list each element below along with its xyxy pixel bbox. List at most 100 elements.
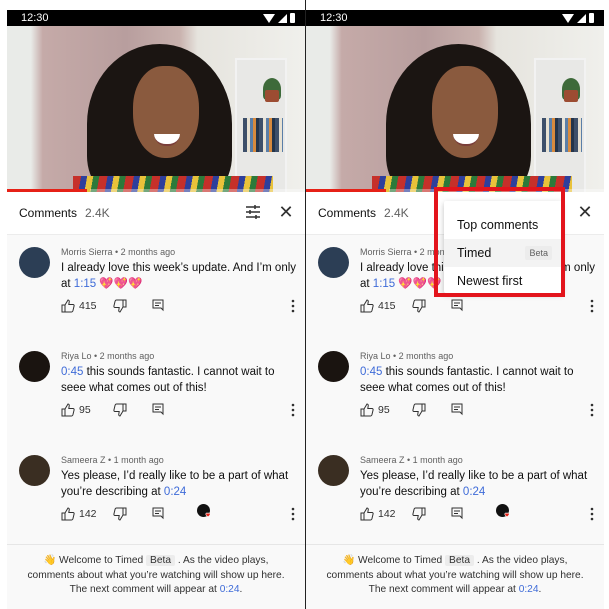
more-options-icon[interactable]: [590, 299, 594, 313]
reply-icon[interactable]: [151, 299, 165, 313]
sort-option-top-comments[interactable]: Top comments: [444, 211, 562, 239]
close-icon[interactable]: ✕: [277, 203, 295, 221]
comment-meta: Sameera Z • 1 month ago: [61, 455, 164, 465]
avatar[interactable]: [19, 455, 50, 486]
comment-meta: Morris Sierra • 2 months ago: [61, 247, 176, 257]
like-count: 142: [79, 508, 97, 520]
signal-icon: [577, 13, 586, 23]
close-icon[interactable]: ✕: [576, 203, 594, 221]
comment-text: Yes please, I’d really like to be a part…: [360, 470, 588, 498]
comment-meta: Sameera Z • 1 month ago: [360, 455, 463, 465]
like-count: 95: [378, 404, 390, 416]
comment-actions: 142: [61, 507, 165, 521]
creator-heart-icon: [496, 504, 510, 518]
more-options-icon[interactable]: [291, 403, 295, 417]
thumbs-up-icon[interactable]: [61, 507, 75, 521]
timestamp-link[interactable]: 0:45: [360, 366, 382, 378]
like-count: 415: [79, 300, 97, 312]
reply-icon[interactable]: [450, 507, 464, 521]
thumbs-down-icon[interactable]: [113, 403, 127, 417]
status-time: 12:30: [320, 12, 348, 24]
thumbs-up-icon[interactable]: [61, 403, 75, 417]
thumbs-down-icon[interactable]: [412, 403, 426, 417]
sort-option-timed[interactable]: Timed Beta: [444, 239, 562, 267]
banner-line-3: The next comment will appear at 0:24.: [368, 584, 542, 595]
timestamp-link[interactable]: 0:24: [164, 486, 186, 498]
banner-line-2: comments about what you’re watching will…: [326, 569, 584, 581]
comment-item: Sameera Z • 1 month ago Yes please, I’d …: [306, 443, 604, 548]
next-comment-timestamp-link[interactable]: 0:24: [519, 584, 539, 595]
comments-count: 2.4K: [384, 206, 409, 220]
more-options-icon[interactable]: [590, 507, 594, 521]
thumbs-up-icon[interactable]: [360, 299, 374, 313]
wifi-icon: [263, 13, 275, 23]
thumbs-down-icon[interactable]: [113, 299, 127, 313]
comment-actions: 95: [61, 403, 165, 417]
banner-line-1: 👋 Welcome to Timed Beta . As the video p…: [43, 555, 269, 566]
thumbs-down-icon[interactable]: [113, 507, 127, 521]
more-options-icon[interactable]: [291, 299, 295, 313]
wifi-icon: [562, 13, 574, 23]
timed-welcome-banner: 👋 Welcome to Timed Beta . As the video p…: [306, 544, 604, 609]
more-options-icon[interactable]: [590, 403, 594, 417]
status-icons: [562, 13, 594, 23]
reply-icon[interactable]: [450, 299, 464, 313]
creator-heart-icon: [197, 504, 211, 518]
avatar[interactable]: [318, 455, 349, 486]
comment-actions: 415: [360, 299, 464, 313]
video-scene-pot: [265, 90, 279, 102]
signal-icon: [278, 13, 287, 23]
comments-header: Comments 2.4K ✕: [7, 192, 305, 235]
status-bar: 12:30: [306, 10, 604, 26]
comment-meta: Riya Lo • 2 months ago: [360, 351, 454, 361]
comments-title: Comments: [19, 206, 78, 220]
phone-screen-sort-menu-open: 12:30 Comments 2.4K ✕ Morris Sierra • 2 …: [306, 10, 604, 609]
banner-line-3: The next comment will appear at 0:24.: [69, 584, 243, 595]
banner-line-1: 👋 Welcome to Timed Beta . As the video p…: [342, 555, 568, 566]
like-count: 142: [378, 508, 396, 520]
timestamp-link[interactable]: 0:45: [61, 366, 83, 378]
sort-menu: Top comments Timed Beta Newest first: [444, 201, 562, 293]
battery-icon: [589, 13, 594, 23]
thumbs-down-icon[interactable]: [412, 507, 426, 521]
avatar[interactable]: [19, 351, 50, 382]
beta-badge: Beta: [525, 246, 552, 260]
reply-icon[interactable]: [151, 507, 165, 521]
avatar[interactable]: [318, 351, 349, 382]
timestamp-link[interactable]: 1:15: [74, 278, 96, 290]
phone-screen-default: 12:30 Comments 2.4K ✕ Morris Sierra • 2 …: [7, 10, 305, 609]
avatar[interactable]: [19, 247, 50, 278]
sort-filter-icon[interactable]: [245, 205, 261, 219]
next-comment-timestamp-link[interactable]: 0:24: [220, 584, 240, 595]
video-player[interactable]: [306, 26, 604, 192]
timestamp-link[interactable]: 0:24: [463, 486, 485, 498]
video-scene-books: [243, 118, 283, 152]
reply-icon[interactable]: [151, 403, 165, 417]
reply-icon[interactable]: [450, 403, 464, 417]
comment-actions: 95: [360, 403, 464, 417]
avatar[interactable]: [318, 247, 349, 278]
banner-line-2: comments about what you’re watching will…: [27, 569, 285, 581]
comment-item: Sameera Z • 1 month ago Yes please, I’d …: [7, 443, 305, 548]
thumbs-up-icon[interactable]: [61, 299, 75, 313]
like-count: 95: [79, 404, 91, 416]
thumbs-up-icon[interactable]: [360, 507, 374, 521]
sort-option-newest-first[interactable]: Newest first: [444, 267, 562, 295]
timestamp-link[interactable]: 1:15: [373, 278, 395, 290]
comment-item: Morris Sierra • 2 months ago I already l…: [7, 235, 305, 340]
like-count: 415: [378, 300, 396, 312]
comment-meta: Riya Lo • 2 months ago: [61, 351, 155, 361]
video-scene-pot: [564, 90, 578, 102]
beta-badge: Beta: [445, 555, 475, 566]
wave-emoji-icon: 👋: [43, 555, 57, 566]
video-player[interactable]: [7, 26, 305, 192]
thumbs-down-icon[interactable]: [412, 299, 426, 313]
thumbs-up-icon[interactable]: [360, 403, 374, 417]
beta-badge: Beta: [146, 555, 176, 566]
comment-text: 0:45 this sounds fantastic. I cannot wai…: [360, 366, 574, 394]
more-options-icon[interactable]: [291, 507, 295, 521]
status-time: 12:30: [21, 12, 49, 24]
battery-icon: [290, 13, 295, 23]
wave-emoji-icon: 👋: [342, 555, 356, 566]
status-bar: 12:30: [7, 10, 305, 26]
